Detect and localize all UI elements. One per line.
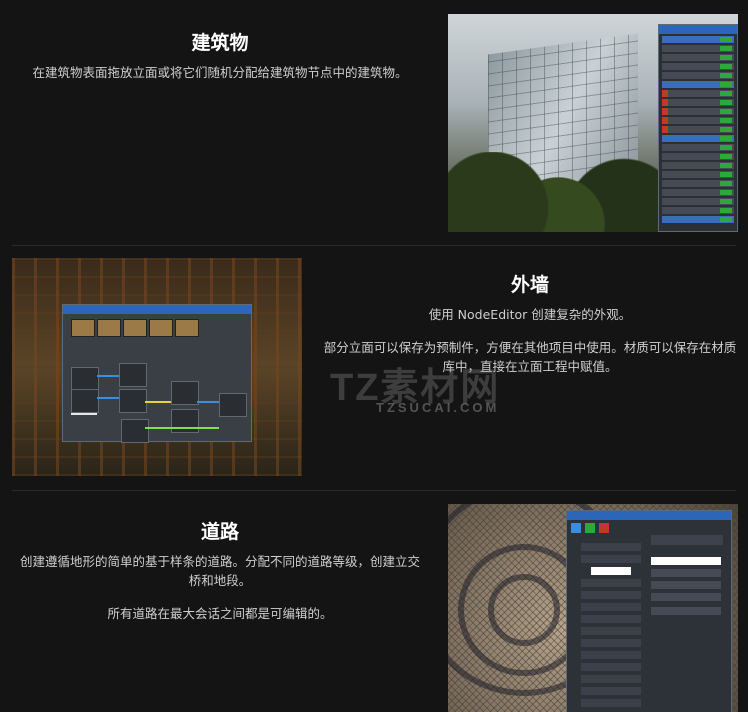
- buildings-panel: [658, 24, 738, 232]
- section-facades: 外墙 使用 NodeEditor 创建复杂的外观。 部分立面可以保存为预制件，方…: [0, 246, 748, 490]
- road-tool-panel: [566, 510, 732, 712]
- building-screenshot: [448, 14, 738, 232]
- section-facades-text: 外墙 使用 NodeEditor 创建复杂的外观。 部分立面可以保存为预制件，方…: [322, 270, 738, 376]
- section-roads-text: 道路 创建遵循地形的简单的基于样条的道路。分配不同的道路等级，创建立交桥和地段。…: [14, 517, 426, 623]
- road-screenshot: [448, 504, 738, 712]
- section-description: 使用 NodeEditor 创建复杂的外观。: [428, 307, 632, 322]
- section-description-extra: 所有道路在最大会话之间都是可编辑的。: [107, 606, 333, 621]
- section-buildings: 建筑物 在建筑物表面拖放立面或将它们随机分配给建筑物节点中的建筑物。: [0, 0, 748, 245]
- section-buildings-text: 建筑物 在建筑物表面拖放立面或将它们随机分配给建筑物节点中的建筑物。: [14, 28, 426, 82]
- section-roads: 道路 创建遵循地形的简单的基于样条的道路。分配不同的道路等级，创建立交桥和地段。…: [0, 491, 748, 712]
- section-description: 在建筑物表面拖放立面或将它们随机分配给建筑物节点中的建筑物。: [32, 65, 408, 80]
- node-editor-window: [62, 304, 252, 443]
- section-description: 创建遵循地形的简单的基于样条的道路。分配不同的道路等级，创建立交桥和地段。: [19, 554, 420, 588]
- section-description-extra: 部分立面可以保存为预制件，方便在其他项目中使用。材质可以保存在材质库中，直接在立…: [323, 340, 737, 374]
- section-title: 建筑物: [191, 32, 249, 54]
- node-editor-screenshot: [12, 258, 302, 476]
- section-title: 道路: [200, 521, 239, 543]
- trees: [448, 152, 668, 232]
- section-title: 外墙: [510, 274, 549, 296]
